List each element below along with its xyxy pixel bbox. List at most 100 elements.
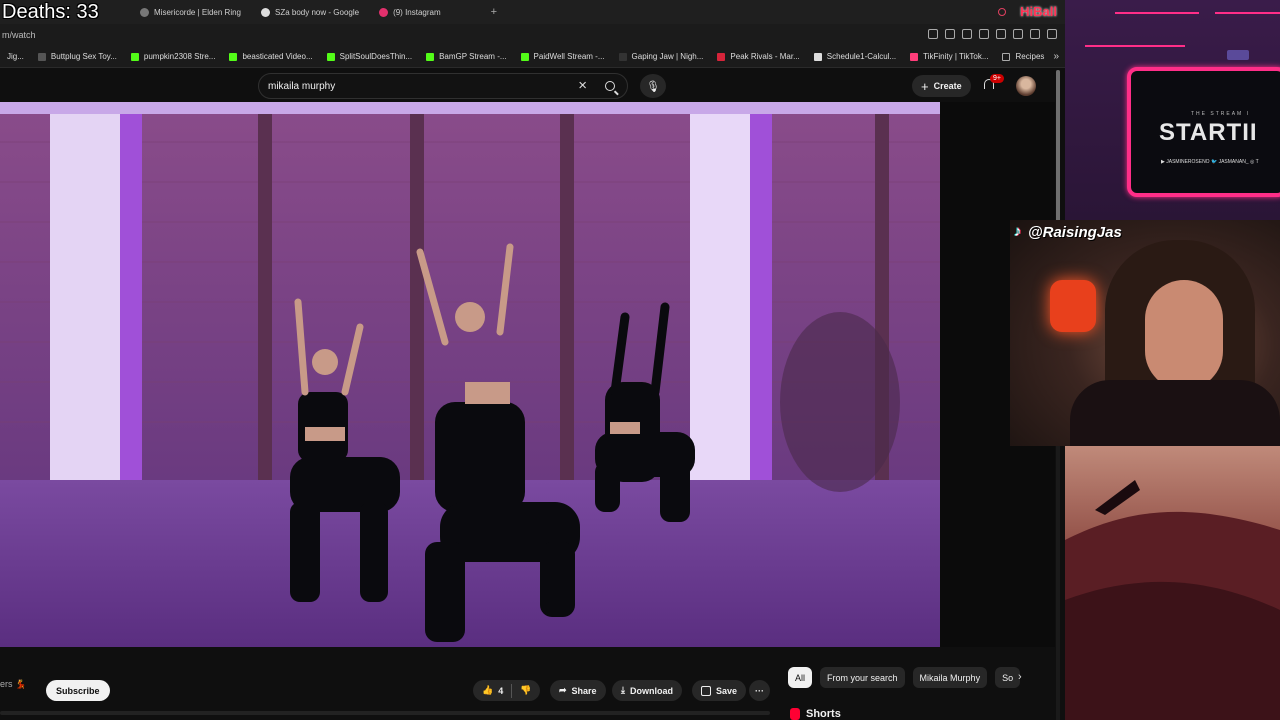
extension-icon[interactable]: [928, 29, 938, 39]
tab-label: Misericorde | Elden Ring: [154, 7, 242, 17]
search-icon: [605, 81, 615, 91]
create-button[interactable]: + Create: [912, 75, 971, 97]
like-icon[interactable]: 👍: [482, 685, 493, 696]
dislike-icon[interactable]: 👎: [520, 685, 531, 696]
bookmark-label: pumpkin2308 Stre...: [143, 52, 216, 61]
bookmark-label: Recipes: [1015, 52, 1045, 61]
deaths-counter: Deaths: 33: [2, 1, 99, 23]
chip-mikaila-murphy[interactable]: Mikaila Murphy: [912, 667, 988, 688]
voice-search-button[interactable]: 🎙: [640, 74, 666, 98]
bookmark-label: beasticated Video...: [242, 52, 313, 61]
chip-label: From your search: [827, 672, 898, 683]
overlay-chip-icon: [1227, 50, 1249, 60]
tab-elden-ring[interactable]: Misericorde | Elden Ring: [130, 0, 251, 24]
bookmark-item[interactable]: Jig...: [0, 52, 31, 61]
google-icon: [261, 7, 271, 17]
video-actions-area: ers 💃 Subscribe 👍 4 👎 ➦ Share ⤓ Download…: [0, 647, 1055, 720]
tikfinity-icon: [910, 52, 919, 61]
bookmark-item[interactable]: Peak Rivals - Mar...: [710, 52, 806, 61]
shorts-icon: [790, 708, 800, 720]
bookmark-label: PaidWell Stream -...: [533, 52, 605, 61]
bookmark-label: SplitSoulDoesThin...: [339, 52, 413, 61]
folder-icon: [1002, 52, 1011, 61]
bookmark-label: Buttplug Sex Toy...: [50, 52, 117, 61]
bookmark-item[interactable]: SplitSoulDoesThin...: [320, 52, 419, 61]
tab-google[interactable]: SZa body now - Google: [251, 0, 369, 24]
brand-label: HiBall: [1020, 4, 1057, 19]
kick-icon: [130, 52, 139, 61]
chip-from-your-search[interactable]: From your search: [820, 667, 905, 688]
page-icon: [813, 52, 822, 61]
lamp-image: [1050, 280, 1096, 332]
like-divider: [511, 683, 513, 698]
subscribe-button[interactable]: Subscribe: [46, 680, 110, 701]
like-count[interactable]: 4: [498, 686, 503, 696]
instagram-icon: [379, 7, 389, 17]
screen-social-handles: ▶ JASMINEROSENO 🐦 JASMANAN_ ◎ T: [1161, 159, 1259, 165]
bookmark-label: Gaping Jaw | Nigh...: [631, 52, 704, 61]
save-label: Save: [716, 685, 738, 696]
chip-label: So: [1002, 672, 1014, 683]
downloads-icon[interactable]: [1030, 29, 1040, 39]
screen-big-text: STARTII: [1159, 119, 1258, 146]
bookmark-item[interactable]: TikFinity | TikTok...: [903, 52, 995, 61]
search-input[interactable]: mikaila murphy ×: [258, 73, 628, 99]
play-icon[interactable]: [979, 29, 989, 39]
bookmark-label: Jig...: [7, 52, 24, 61]
plus-icon: +: [921, 78, 929, 94]
chip-so[interactable]: So: [995, 667, 1021, 688]
search-query[interactable]: mikaila murphy: [268, 81, 335, 92]
bookmark-folder[interactable]: Recipes: [995, 52, 1051, 61]
bookmark-item[interactable]: BamGP Stream -...: [419, 52, 513, 61]
more-actions-button[interactable]: ···: [749, 680, 770, 701]
share-button[interactable]: ➦ Share: [550, 680, 606, 701]
notification-badge: 9+: [990, 74, 1004, 83]
bookmark-item[interactable]: PaidWell Stream -...: [514, 52, 612, 61]
bookmark-item[interactable]: pumpkin2308 Stre...: [124, 52, 223, 61]
bookmarks-overflow-icon[interactable]: »: [1053, 51, 1059, 62]
save-button[interactable]: Save: [692, 680, 747, 701]
bookmark-favicon-icon: [717, 52, 726, 61]
shorts-label: Shorts: [806, 708, 841, 720]
bookmark-item[interactable]: Gaping Jaw | Nigh...: [612, 52, 711, 61]
extensions-icon[interactable]: [1013, 29, 1023, 39]
download-button[interactable]: ⤓ Download: [612, 680, 682, 701]
menu-icon[interactable]: [1047, 29, 1057, 39]
address-bar[interactable]: m/watch: [0, 24, 1065, 46]
bookmark-item[interactable]: Buttplug Sex Toy...: [31, 52, 124, 61]
clear-search-icon[interactable]: ×: [578, 78, 587, 94]
video-player[interactable]: [0, 102, 940, 647]
bookmark-favicon-icon: [37, 52, 46, 61]
youtube-header: mikaila murphy × 🎙 + Create 9+: [0, 68, 1055, 102]
neon-line: [1085, 45, 1185, 47]
shield-icon[interactable]: [962, 29, 972, 39]
bookmark-item[interactable]: Schedule1-Calcul...: [807, 52, 903, 61]
tabbar-right: HiBall: [998, 4, 1057, 19]
kick-icon: [229, 52, 238, 61]
bookmark-icon: [701, 685, 711, 696]
bookmark-label: Schedule1-Calcul...: [826, 52, 897, 61]
new-tab-icon[interactable]: +: [491, 6, 497, 18]
url-text[interactable]: m/watch: [0, 30, 36, 40]
bookmarks-bar: Jig... Buttplug Sex Toy... pumpkin2308 S…: [0, 46, 1065, 68]
kick-icon: [520, 52, 529, 61]
screenshot-icon[interactable]: [945, 29, 955, 39]
chip-label: All: [795, 672, 806, 683]
bookmark-label: TikFinity | TikTok...: [923, 52, 989, 61]
heart-icon[interactable]: [996, 29, 1006, 39]
subscriber-count: ers 💃: [0, 679, 27, 689]
bookmark-item[interactable]: beasticated Video...: [222, 52, 319, 61]
subscribe-label: Subscribe: [56, 685, 100, 696]
neon-line: [1215, 12, 1280, 14]
starting-soon-screen: THE STREAM I STARTII ▶ JASMINEROSENO 🐦 J…: [1127, 67, 1280, 197]
kick-icon: [326, 52, 335, 61]
shorts-heading: Shorts: [790, 708, 841, 720]
search-button[interactable]: [593, 74, 627, 98]
account-avatar[interactable]: [1016, 76, 1036, 96]
chip-all[interactable]: All: [788, 667, 813, 688]
tab-search-icon[interactable]: [998, 7, 1007, 16]
tab-instagram[interactable]: (9) Instagram: [369, 0, 451, 24]
microphone-icon: 🎙: [646, 80, 660, 93]
chevron-right-icon[interactable]: ›: [1018, 671, 1022, 683]
video-frame-image: [0, 102, 940, 647]
